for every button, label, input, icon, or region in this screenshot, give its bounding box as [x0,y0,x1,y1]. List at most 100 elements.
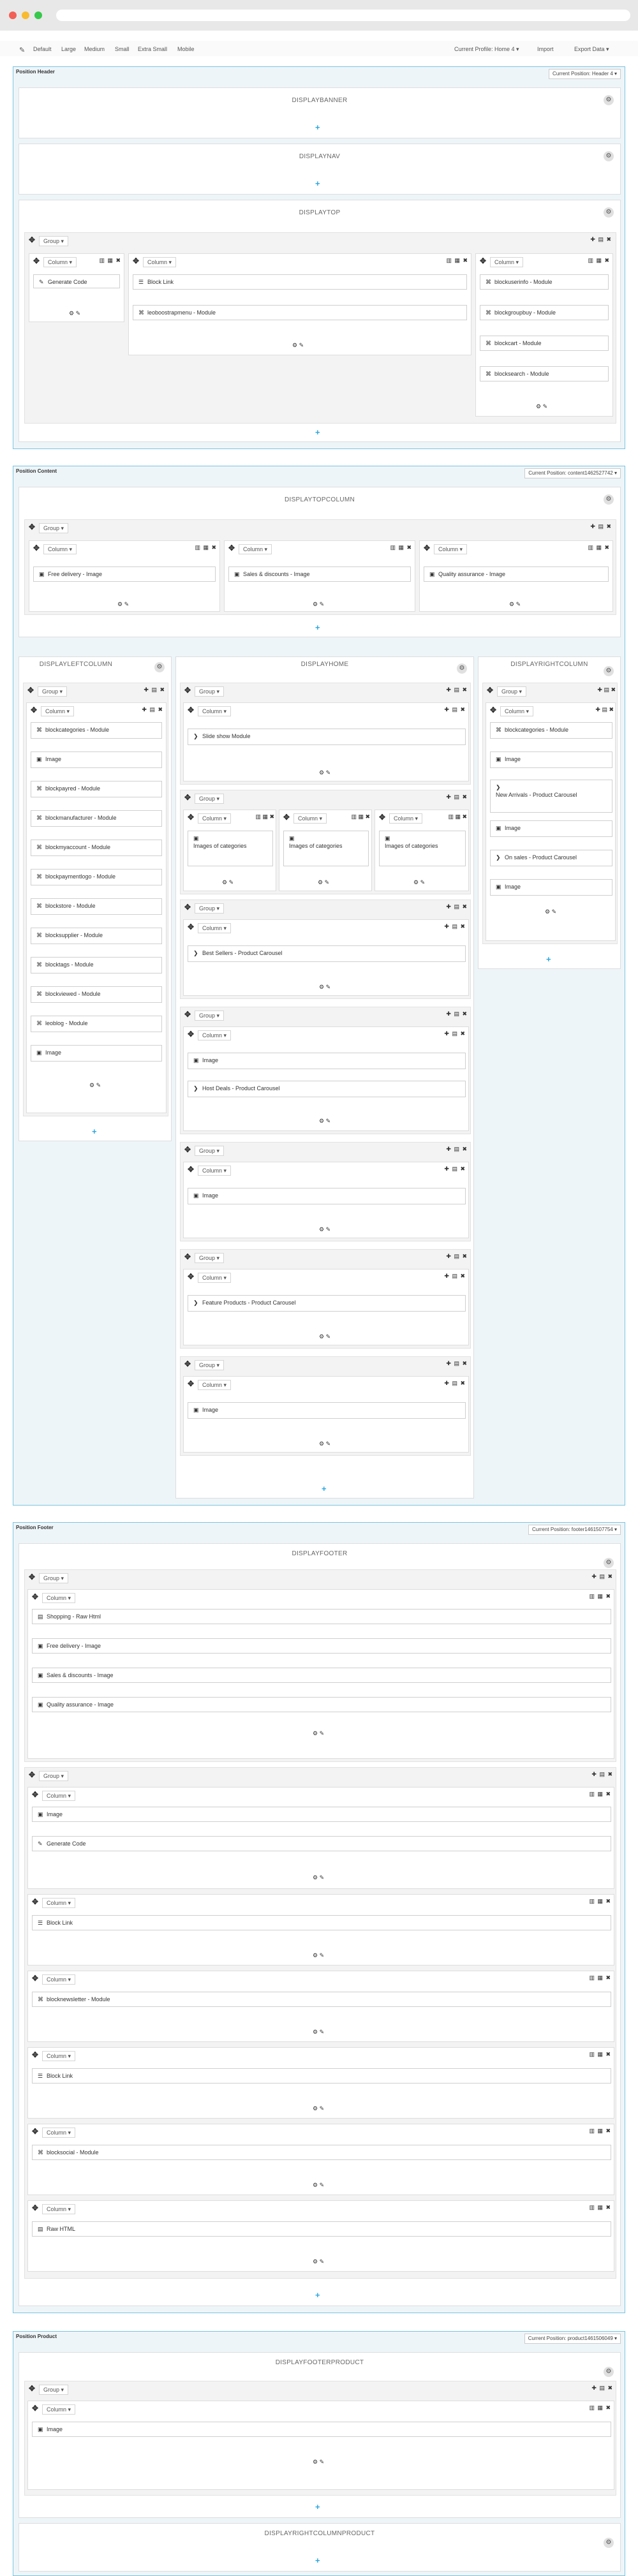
move-icon[interactable]: ✥ [32,1592,38,1601]
module-widget[interactable]: ▤ Raw HTML [32,2221,611,2237]
group-dropdown[interactable]: Group ▾ [39,1771,69,1781]
pencil-icon[interactable]: ✎ [19,46,25,54]
module-widget[interactable]: ▣ Image [188,1188,466,1204]
module-widget[interactable]: ▣ Quality assurance - Image [424,566,609,582]
column-controls[interactable]: ▥ ▦ ✖ [390,544,412,551]
module-widget[interactable]: ▣ Image [32,1807,611,1822]
column-dropdown[interactable]: Column ▾ [490,257,524,267]
column-footer-controls[interactable]: ⚙ ✎ [319,984,330,991]
current-profile-dropdown[interactable]: Current Profile: Home 4 ▾ [454,46,519,53]
move-icon[interactable]: ✥ [184,1252,191,1261]
move-icon[interactable]: ✥ [184,1359,191,1368]
move-icon[interactable]: ✥ [32,2404,38,2413]
module-widget[interactable]: ▣ Images of categories [283,831,369,866]
column-footer-controls[interactable]: ⚙ ✎ [117,601,129,608]
move-icon[interactable]: ✥ [32,1897,38,1906]
move-icon[interactable]: ✥ [32,2050,38,2059]
group-controls[interactable]: ✚ ▤ ✖ [446,1360,468,1367]
column-dropdown[interactable]: Column ▾ [198,1166,232,1176]
group-controls[interactable]: ✚ ▤ ✖ [590,236,612,243]
move-icon[interactable]: ✥ [29,2384,35,2393]
add-group-plus-icon[interactable]: + [315,179,320,188]
device-medium[interactable]: Medium [84,46,105,52]
move-icon[interactable]: ✥ [184,903,191,912]
current-position-dropdown[interactable]: Current Position: content1462527742 ▾ [524,468,621,478]
column-controls[interactable]: ▥ ▦ ✖ [589,1898,611,1905]
column-dropdown[interactable]: Column ▾ [293,813,327,824]
column-footer-controls[interactable]: ⚙ ✎ [318,879,329,886]
move-icon[interactable]: ✥ [188,813,194,822]
group-controls[interactable]: ✚ ▤ ✖ [446,1010,468,1018]
group-dropdown[interactable]: Group ▾ [195,1360,225,1370]
column-controls[interactable]: ▥ ▦ ✖ [351,813,370,820]
column-dropdown[interactable]: Column ▾ [41,706,75,716]
column-controls[interactable]: ▥ ▦ ✖ [255,813,274,820]
column-controls[interactable]: ✚ ▤ ✖ [444,1166,466,1173]
module-widget[interactable]: ▣ Image [31,1045,162,1062]
move-icon[interactable]: ✥ [424,544,430,552]
column-footer-controls[interactable]: ⚙ ✎ [69,310,80,317]
module-widget[interactable]: ⌘ blockviewed - Module [31,986,162,1003]
column-controls[interactable]: ✚ ▤ ✖ [444,923,466,930]
move-icon[interactable]: ✥ [184,793,191,802]
column-dropdown[interactable]: Column ▾ [43,257,77,267]
column-footer-controls[interactable]: ⚙ ✎ [313,1874,324,1881]
move-icon[interactable]: ✥ [32,2127,38,2136]
group-controls[interactable]: ✚ ▤ ✖ [446,1146,468,1153]
module-widget[interactable]: ▣ Free delivery - Image [33,566,216,582]
column-dropdown[interactable]: Column ▾ [389,813,423,824]
module-widget[interactable]: ▣ Image [32,2422,611,2437]
module-widget[interactable]: ⌘ blocksearch - Module [480,366,609,381]
column-controls[interactable]: ▥ ▦ ✖ [448,813,467,820]
module-widget[interactable]: ▣ Image [490,879,612,896]
module-widget[interactable]: ⌘ blockpaymentlogo - Module [31,869,162,885]
add-group-plus-icon[interactable]: + [315,122,320,132]
column-footer-controls[interactable]: ⚙ ✎ [313,2182,324,2189]
gear-icon[interactable]: ⚙ [604,2367,614,2377]
gear-icon[interactable]: ⚙ [604,207,614,218]
module-widget[interactable]: ▣ Image [31,751,162,768]
column-dropdown[interactable]: Column ▾ [42,1974,76,1985]
current-position-dropdown[interactable]: Current Position: Header 4 ▾ [549,69,621,79]
column-dropdown[interactable]: Column ▾ [143,257,177,267]
move-icon[interactable]: ✥ [32,1790,38,1799]
module-widget[interactable]: ⌘ blockmyaccount - Module [31,840,162,856]
column-footer-controls[interactable]: ⚙ ✎ [319,1226,330,1233]
move-icon[interactable]: ✥ [188,1379,194,1388]
move-icon[interactable]: ✥ [33,256,40,265]
column-controls[interactable]: ▥ ▦ ✖ [588,257,610,264]
move-icon[interactable]: ✥ [184,686,191,695]
column-footer-controls[interactable]: ⚙ ✎ [509,601,521,608]
move-icon[interactable]: ✥ [31,706,37,714]
column-controls[interactable]: ✚ ▤ ✖ [142,706,163,713]
module-widget[interactable]: ✎ Generate Code [32,1836,611,1851]
column-footer-controls[interactable]: ⚙ ✎ [313,1730,324,1737]
module-widget[interactable]: ⌘ blocksocial - Module [32,2145,611,2160]
move-icon[interactable]: ✥ [29,522,35,531]
column-controls[interactable]: ▥ ▦ ✖ [589,1974,611,1981]
column-dropdown[interactable]: Column ▾ [198,923,232,933]
move-icon[interactable]: ✥ [480,256,486,265]
current-position-dropdown[interactable]: Current Position: product1461506049 ▾ [524,2334,621,2344]
module-widget[interactable]: ▣ Image [188,1053,466,1069]
column-controls[interactable]: ✚ ▤ ✖ [444,706,466,713]
add-group-plus-icon[interactable]: + [546,954,551,964]
move-icon[interactable]: ✥ [188,922,194,931]
gear-icon[interactable]: ⚙ [604,151,614,161]
group-controls[interactable]: ✚ ▤ ✖ [446,903,468,910]
move-icon[interactable]: ✥ [487,686,493,695]
move-icon[interactable]: ✥ [27,686,34,695]
group-dropdown[interactable]: Group ▾ [39,236,69,246]
column-footer-controls[interactable]: ⚙ ✎ [313,2258,324,2265]
column-dropdown[interactable]: Column ▾ [198,1030,232,1040]
column-footer-controls[interactable]: ⚙ ✎ [319,769,330,776]
module-widget[interactable]: ▣ Free delivery - Image [32,1638,611,1654]
move-icon[interactable]: ✥ [283,813,290,822]
column-controls[interactable]: ▥ ▦ ✖ [99,257,121,264]
group-dropdown[interactable]: Group ▾ [39,1573,69,1583]
device-extra-small[interactable]: Extra Small [138,46,167,52]
move-icon[interactable]: ✥ [29,1573,35,1581]
add-group-plus-icon[interactable]: + [315,623,320,632]
module-widget[interactable]: ⌘ blockcategories - Module [31,722,162,739]
move-icon[interactable]: ✥ [133,256,139,265]
